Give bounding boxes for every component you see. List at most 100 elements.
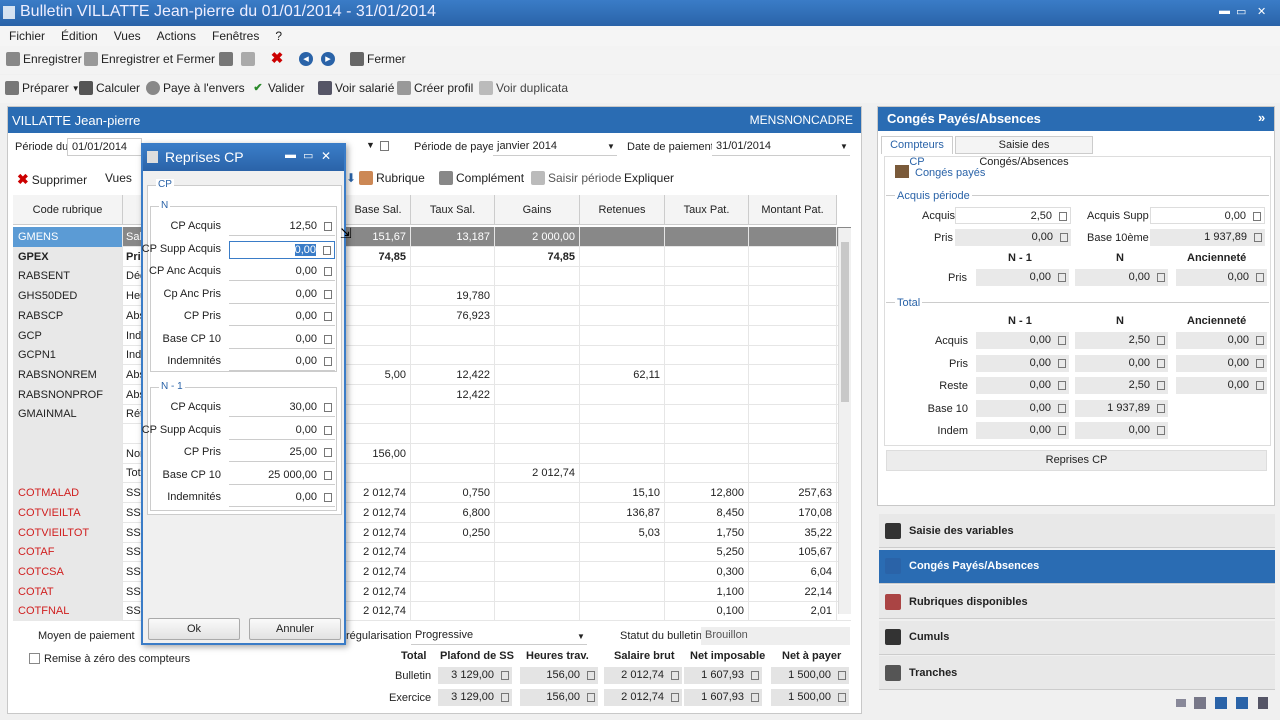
- calculator-icon[interactable]: [324, 425, 332, 435]
- view-duplicate-button[interactable]: Voir duplicata: [479, 81, 568, 95]
- pay-date-select[interactable]: 31/01/2014: [712, 138, 850, 156]
- cell-code[interactable]: COTMALAD: [13, 483, 123, 504]
- cell-gains[interactable]: 2 012,74: [495, 463, 580, 484]
- cell-ret[interactable]: [580, 404, 665, 425]
- cell-gains[interactable]: [495, 443, 580, 464]
- print-preview-button[interactable]: [241, 52, 255, 66]
- cell-gains[interactable]: [495, 581, 580, 602]
- calculator-icon[interactable]: [324, 493, 332, 502]
- cell-gains[interactable]: [495, 561, 580, 582]
- cell-ret[interactable]: [580, 227, 665, 247]
- table-row[interactable]: COTCSA SS 2 012,74 0,300 6,04: [13, 561, 851, 582]
- cell-tpat[interactable]: [665, 266, 749, 287]
- cell-mpat[interactable]: [749, 286, 837, 307]
- table-row[interactable]: COTVIEILTOT SS 2 012,74 0,250 5,03 1,750 35,22: [13, 522, 851, 543]
- nav-item[interactable]: Tranches: [879, 656, 1275, 691]
- cell-mpat[interactable]: [749, 345, 837, 366]
- cell-taux[interactable]: [411, 601, 495, 622]
- cell-tpat[interactable]: 8,450: [665, 502, 749, 523]
- ok-button[interactable]: Ok: [148, 618, 240, 640]
- calculator-icon[interactable]: [324, 289, 332, 299]
- cell-taux[interactable]: [411, 345, 495, 366]
- menu-fichier[interactable]: Fichier: [0, 26, 52, 43]
- cell-ret[interactable]: 62,11: [580, 364, 665, 385]
- complement-button[interactable]: Complément: [439, 171, 524, 185]
- cell-base[interactable]: [346, 384, 411, 405]
- cell-base[interactable]: 5,00: [346, 364, 411, 385]
- cell-code[interactable]: [13, 443, 123, 464]
- reset-counters-checkbox[interactable]: [29, 653, 40, 664]
- reverse-pay-button[interactable]: Paye à l'envers: [146, 81, 245, 95]
- calculator-icon[interactable]: [324, 470, 332, 480]
- cell-ret[interactable]: [580, 325, 665, 346]
- cell-mpat[interactable]: [749, 384, 837, 405]
- col-header-code[interactable]: Code rubrique: [13, 195, 123, 225]
- cell-mpat[interactable]: [749, 266, 837, 287]
- menu-actions[interactable]: Actions: [148, 26, 203, 43]
- cell-ret[interactable]: [580, 463, 665, 484]
- cell-tpat[interactable]: [665, 325, 749, 346]
- cell-taux[interactable]: [411, 424, 495, 444]
- cell-mpat[interactable]: [749, 305, 837, 326]
- cell-mpat[interactable]: 170,08: [749, 502, 837, 523]
- dialog-field-input[interactable]: 25,00: [229, 444, 335, 462]
- table-row[interactable]: GPEX Pri 74,85 74,85: [13, 246, 851, 267]
- table-row[interactable]: Tot 2 012,74: [13, 463, 851, 484]
- cell-ret[interactable]: [580, 581, 665, 602]
- dialog-field-input[interactable]: 30,00: [229, 399, 335, 417]
- col-header-gains[interactable]: Gains: [495, 195, 580, 225]
- cell-ret[interactable]: 15,10: [580, 483, 665, 504]
- cell-taux[interactable]: 0,250: [411, 522, 495, 543]
- cell-taux[interactable]: [411, 581, 495, 602]
- cell-mpat[interactable]: 35,22: [749, 522, 837, 543]
- cell-gains[interactable]: [495, 542, 580, 563]
- cell-base[interactable]: [346, 325, 411, 346]
- cell-code[interactable]: [13, 463, 123, 484]
- nav-item[interactable]: Rubriques disponibles: [879, 585, 1275, 620]
- cell-base[interactable]: 156,00: [346, 443, 411, 464]
- cell-code[interactable]: COTCSA: [13, 561, 123, 582]
- table-row[interactable]: COTMALAD SS 2 012,74 0,750 15,10 12,800 257,63: [13, 483, 851, 504]
- table-row[interactable]: RABSCP Abs 76,923: [13, 305, 851, 326]
- cell-ret[interactable]: [580, 266, 665, 287]
- view-employee-button[interactable]: Voir salarié: [318, 81, 394, 95]
- cell-tpat[interactable]: [665, 404, 749, 425]
- cell-base[interactable]: 74,85: [346, 246, 411, 267]
- table-row[interactable]: COTAT SS 2 012,74 1,100 22,14: [13, 581, 851, 602]
- cell-taux[interactable]: [411, 404, 495, 425]
- acquis-supp-field[interactable]: 0,00: [1150, 207, 1265, 224]
- cell-mpat[interactable]: [749, 364, 837, 385]
- cell-base[interactable]: 2 012,74: [346, 581, 411, 602]
- tab-leave-entry[interactable]: Saisie des Congés/Absences: [955, 136, 1093, 168]
- dialog-field-input[interactable]: 0,00: [229, 330, 335, 349]
- cell-mpat[interactable]: 257,63: [749, 483, 837, 504]
- menu-help[interactable]: ?: [266, 26, 289, 43]
- col-header-rate[interactable]: Taux Sal.: [411, 195, 495, 225]
- table-row[interactable]: COTFNAL SS 2 012,74 0,100 2,01: [13, 601, 851, 622]
- cell-gains[interactable]: 2 000,00: [495, 227, 580, 247]
- cell-mpat[interactable]: [749, 424, 837, 444]
- cell-code[interactable]: RABSNONPROF: [13, 384, 123, 405]
- cell-mpat[interactable]: 105,67: [749, 542, 837, 563]
- cell-code[interactable]: COTFNAL: [13, 601, 123, 622]
- validate-button[interactable]: ✔ Valider: [251, 81, 304, 95]
- dialog-field-input[interactable]: 0,00: [229, 353, 335, 371]
- cell-gains[interactable]: [495, 305, 580, 326]
- cell-mpat[interactable]: [749, 463, 837, 484]
- cell-taux[interactable]: 0,750: [411, 483, 495, 504]
- cell-code[interactable]: GHS50DED: [13, 286, 123, 307]
- minimize-button[interactable]: ▬: [1219, 5, 1230, 17]
- cell-tpat[interactable]: 0,100: [665, 601, 749, 622]
- table-row[interactable]: GCPN1 Ind: [13, 345, 851, 366]
- cell-base[interactable]: 2 012,74: [346, 502, 411, 523]
- cell-base[interactable]: [346, 424, 411, 444]
- cell-code[interactable]: COTAT: [13, 581, 123, 602]
- cell-ret[interactable]: 136,87: [580, 502, 665, 523]
- calculator-icon[interactable]: [323, 245, 331, 255]
- tab-counters[interactable]: Compteurs CP: [881, 136, 953, 168]
- cell-mpat[interactable]: 22,14: [749, 581, 837, 602]
- calculator-icon[interactable]: [324, 403, 332, 412]
- cancel-button[interactable]: Annuler: [249, 618, 341, 640]
- cell-code[interactable]: GMAINMAL: [13, 404, 123, 425]
- cell-gains[interactable]: [495, 601, 580, 622]
